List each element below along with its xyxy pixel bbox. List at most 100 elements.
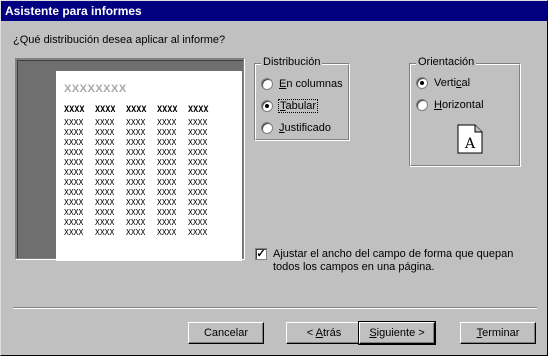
preview-row: XXXX XXXX XXXX XXXX XXXX <box>64 148 219 158</box>
preview-row: XXXX XXXX XXXX XXXX XXXX <box>64 118 219 128</box>
preview-row: XXXX XXXX XXXX XXXX XXXX <box>64 218 219 228</box>
preview-row: XXXX XXXX XXXX XXXX XXXX <box>64 228 219 238</box>
preview-cell: XXXX <box>95 158 115 167</box>
preview-cell: XXXX <box>95 198 115 207</box>
preview-title: XXXXXXXX <box>64 83 127 95</box>
preview-cell: XXXX <box>188 148 208 157</box>
next-button[interactable]: Siguiente > <box>358 321 436 345</box>
preview-cell: XXXX <box>188 168 208 177</box>
preview-row: XXXX XXXX XXXX XXXX XXXX <box>64 158 219 168</box>
preview-cell: XXXX <box>157 118 177 127</box>
preview-cell: XXXX <box>95 148 115 157</box>
preview-cell: XXXX <box>188 218 208 227</box>
finish-button[interactable]: Terminar <box>460 322 536 344</box>
preview-cell: XXXX <box>64 118 84 127</box>
preview-row: XXXX XXXX XXXX XXXX XXXX <box>64 188 219 198</box>
preview-cell: XXXX <box>64 208 84 217</box>
preview-cell: XXXX <box>188 158 208 167</box>
layout-preview: XXXXXXXX XXXX XXXX XXXX XXXX XXXX XXXX XXXX XX… <box>15 58 245 261</box>
radio-justified[interactable]: Justificado <box>261 121 331 135</box>
radio-columns-circle[interactable] <box>261 78 273 90</box>
preview-cell: XXXX <box>157 138 177 147</box>
preview-cell: XXXX <box>95 168 115 177</box>
portrait-page-icon: A <box>457 124 483 154</box>
preview-cell: XXXX <box>64 198 84 207</box>
preview-cell: XXXX <box>157 218 177 227</box>
radio-tabular-label: Tabular <box>277 99 319 113</box>
preview-cell: XXXX <box>64 128 84 137</box>
preview-cell: XXXX <box>64 228 84 237</box>
preview-cell: XXXX <box>188 138 208 147</box>
preview-cell: XXXX <box>126 178 146 187</box>
orientation-group-label: Orientación <box>416 56 477 68</box>
preview-cell: XXXX <box>64 158 84 167</box>
preview-cell: XXXX <box>95 218 115 227</box>
radio-horizontal-label: Horizontal <box>434 99 484 111</box>
preview-column-header: XXXX <box>64 105 85 115</box>
preview-cell: XXXX <box>157 158 177 167</box>
preview-cell: XXXX <box>64 168 84 177</box>
preview-cell: XXXX <box>157 178 177 187</box>
preview-cell: XXXX <box>126 118 146 127</box>
preview-cell: XXXX <box>64 178 84 187</box>
preview-table: XXXX XXXX XXXX XXXX XXXX XXXX XXXX XXXX XXXX XXX… <box>64 105 219 238</box>
preview-column-header: XXXX <box>95 105 116 115</box>
preview-cell: XXXX <box>126 158 146 167</box>
layout-question: ¿Qué distribución desea aplicar al infor… <box>13 34 226 46</box>
radio-tabular[interactable]: Tabular <box>261 99 319 113</box>
preview-row: XXXX XXXX XXXX XXXX XXXX <box>64 168 219 178</box>
preview-cell: XXXX <box>95 138 115 147</box>
adjust-width-option[interactable]: ✓ Ajustar el ancho del campo de forma qu… <box>255 248 535 274</box>
preview-cell: XXXX <box>188 178 208 187</box>
preview-cell: XXXX <box>188 198 208 207</box>
preview-column-header: XXXX <box>126 105 147 115</box>
radio-horizontal[interactable]: Horizontal <box>416 98 484 112</box>
preview-cell: XXXX <box>126 128 146 137</box>
preview-cell: XXXX <box>157 188 177 197</box>
preview-cell: XXXX <box>95 128 115 137</box>
preview-cell: XXXX <box>126 198 146 207</box>
title-bar: Asistente para informes <box>1 1 547 21</box>
preview-cell: XXXX <box>64 188 84 197</box>
preview-cell: XXXX <box>188 188 208 197</box>
radio-vertical[interactable]: Vertical <box>416 76 470 90</box>
preview-cell: XXXX <box>126 188 146 197</box>
preview-cell: XXXX <box>126 218 146 227</box>
preview-cell: XXXX <box>126 208 146 217</box>
adjust-width-checkbox[interactable]: ✓ <box>255 248 267 260</box>
preview-cell: XXXX <box>188 208 208 217</box>
preview-cell: XXXX <box>157 168 177 177</box>
radio-columns[interactable]: En columnas <box>261 77 343 91</box>
page-icon-letter: A <box>464 136 476 152</box>
radio-tabular-circle[interactable] <box>261 100 273 112</box>
distribution-group-label: Distribución <box>261 56 323 68</box>
preview-background: XXXXXXXX XXXX XXXX XXXX XXXX XXXX XXXX XXXX XX… <box>17 60 243 261</box>
preview-cell: XXXX <box>95 228 115 237</box>
distribution-group: Distribución En columnas Tabular Justifi… <box>254 56 350 141</box>
radio-justified-circle[interactable] <box>261 122 273 134</box>
preview-cell: XXXX <box>64 138 84 147</box>
radio-horizontal-circle[interactable] <box>416 99 428 111</box>
preview-cell: XXXX <box>157 208 177 217</box>
adjust-width-label: Ajustar el ancho del campo de forma que … <box>273 248 514 273</box>
preview-cell: XXXX <box>188 128 208 137</box>
preview-page: XXXXXXXX XXXX XXXX XXXX XXXX XXXX XXXX XXXX XX… <box>56 71 242 261</box>
report-wizard-window: Asistente para informes ¿Qué distribució… <box>0 0 548 356</box>
back-button[interactable]: < Atrás <box>286 322 362 344</box>
preview-row: XXXX XXXX XXXX XXXX XXXX <box>64 128 219 138</box>
radio-columns-label: En columnas <box>279 78 343 90</box>
preview-cell: XXXX <box>157 228 177 237</box>
preview-cell: XXXX <box>126 148 146 157</box>
preview-column-header: XXXX <box>157 105 178 115</box>
preview-row: XXXX XXXX XXXX XXXX XXXX <box>64 178 219 188</box>
preview-column-header: XXXX <box>188 105 209 115</box>
preview-cell: XXXX <box>64 218 84 227</box>
preview-cell: XXXX <box>126 228 146 237</box>
preview-cell: XXXX <box>188 118 208 127</box>
preview-cell: XXXX <box>95 178 115 187</box>
radio-vertical-circle[interactable] <box>416 77 428 89</box>
preview-cell: XXXX <box>157 198 177 207</box>
cancel-button[interactable]: Cancelar <box>188 322 264 344</box>
preview-cell: XXXX <box>126 168 146 177</box>
radio-justified-label: Justificado <box>279 122 331 134</box>
